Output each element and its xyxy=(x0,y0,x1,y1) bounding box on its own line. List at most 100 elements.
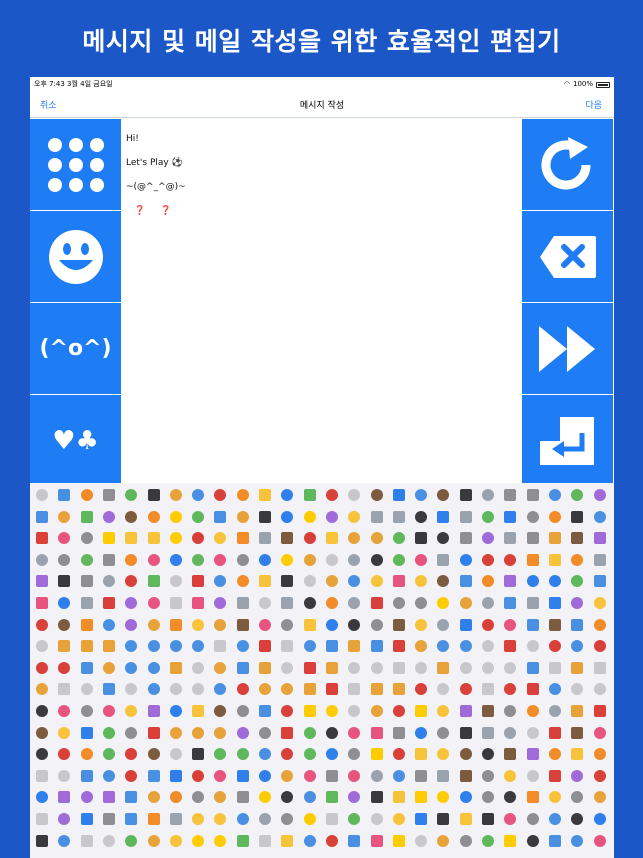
emoji-key[interactable] xyxy=(125,510,138,523)
emoji-key[interactable] xyxy=(214,597,227,609)
emoji-key[interactable] xyxy=(459,791,472,804)
emoji-key[interactable] xyxy=(325,661,338,674)
emoji-key[interactable] xyxy=(36,510,48,523)
emoji-key[interactable] xyxy=(281,553,294,566)
emoji-key[interactable] xyxy=(303,640,316,653)
emoji-key[interactable] xyxy=(437,640,450,653)
emoji-key[interactable] xyxy=(415,510,428,523)
emoji-key[interactable] xyxy=(437,769,450,782)
emoji-key[interactable] xyxy=(548,532,561,545)
emoji-key[interactable] xyxy=(80,489,93,501)
emoji-key[interactable] xyxy=(370,834,383,847)
emoji-key[interactable] xyxy=(482,769,494,782)
emoji-key[interactable] xyxy=(571,769,584,782)
emoji-key[interactable] xyxy=(102,769,115,782)
fast-forward-button[interactable] xyxy=(522,303,613,394)
emoji-key[interactable] xyxy=(192,683,205,696)
emoji-key[interactable] xyxy=(259,640,271,653)
emoji-key[interactable] xyxy=(36,791,48,804)
emoji-key[interactable] xyxy=(147,683,160,696)
emoji-key[interactable] xyxy=(482,510,494,523)
emoji-key[interactable] xyxy=(459,618,472,631)
emoji-key[interactable] xyxy=(415,489,428,501)
emoji-key[interactable] xyxy=(58,769,71,782)
emoji-key[interactable] xyxy=(281,532,294,545)
emoji-key[interactable] xyxy=(214,769,227,782)
emoji-key[interactable] xyxy=(80,726,93,739)
emoji-key[interactable] xyxy=(482,618,494,631)
emoji-key[interactable] xyxy=(281,813,294,825)
emoji-key[interactable] xyxy=(192,813,205,825)
emoji-key[interactable] xyxy=(281,705,294,717)
emoji-key[interactable] xyxy=(392,618,405,631)
emoji-key[interactable] xyxy=(526,640,539,653)
emoji-key[interactable] xyxy=(325,769,338,782)
emoji-key[interactable] xyxy=(214,748,227,761)
emoji-key[interactable] xyxy=(571,489,584,501)
emoji-key[interactable] xyxy=(281,769,294,782)
emoji-key[interactable] xyxy=(236,683,249,696)
emoji-key[interactable] xyxy=(392,791,405,804)
emoji-key[interactable] xyxy=(459,553,472,566)
emoji-key[interactable] xyxy=(437,661,450,674)
emoji-key[interactable] xyxy=(259,705,271,717)
emoji-key[interactable] xyxy=(147,813,160,825)
emoji-key[interactable] xyxy=(36,769,48,782)
emoji-key[interactable] xyxy=(548,597,561,609)
emoji-key[interactable] xyxy=(482,640,494,653)
emoji-key[interactable] xyxy=(415,618,428,631)
emoji-key[interactable] xyxy=(36,618,48,631)
emoji-key[interactable] xyxy=(571,510,584,523)
emoji-key[interactable] xyxy=(593,597,606,609)
emoji-key[interactable] xyxy=(392,597,405,609)
emoji-key[interactable] xyxy=(102,597,115,609)
emoji-key[interactable] xyxy=(482,532,494,545)
emoji-key[interactable] xyxy=(548,791,561,804)
emoji-key[interactable] xyxy=(214,705,227,717)
emoji-key[interactable] xyxy=(125,705,138,717)
emoji-key[interactable] xyxy=(482,726,494,739)
emoji-key[interactable] xyxy=(593,553,606,566)
delete-button[interactable] xyxy=(522,211,613,302)
emoji-key[interactable] xyxy=(437,575,450,588)
emoji-key[interactable] xyxy=(303,618,316,631)
emoji-key[interactable] xyxy=(348,834,361,847)
emoji-key[interactable] xyxy=(259,597,271,609)
emoji-key[interactable] xyxy=(548,661,561,674)
emoji-key[interactable] xyxy=(526,532,539,545)
emoji-key[interactable] xyxy=(370,791,383,804)
emoji-key[interactable] xyxy=(504,640,517,653)
emoji-key[interactable] xyxy=(303,791,316,804)
emoji-key[interactable] xyxy=(36,748,48,761)
emoji-key[interactable] xyxy=(147,489,160,501)
emoji-key[interactable] xyxy=(571,683,584,696)
emoji-key[interactable] xyxy=(58,791,71,804)
emoji-key[interactable] xyxy=(169,510,182,523)
emoji-key[interactable] xyxy=(348,791,361,804)
emoji-key[interactable] xyxy=(214,813,227,825)
emoji-key[interactable] xyxy=(593,575,606,588)
emoji-key[interactable] xyxy=(80,532,93,545)
emoji-key[interactable] xyxy=(593,640,606,653)
emoji-key[interactable] xyxy=(325,510,338,523)
emoji-key[interactable] xyxy=(36,489,48,501)
emoji-key[interactable] xyxy=(482,661,494,674)
emoji-key[interactable] xyxy=(303,683,316,696)
emoji-key[interactable] xyxy=(147,748,160,761)
emoji-key[interactable] xyxy=(281,791,294,804)
emoji-key[interactable] xyxy=(125,791,138,804)
emoji-key[interactable] xyxy=(571,661,584,674)
emoji-key[interactable] xyxy=(348,532,361,545)
emoji-key[interactable] xyxy=(571,597,584,609)
emoji-key[interactable] xyxy=(36,661,48,674)
emoji-key[interactable] xyxy=(504,748,517,761)
emoji-key[interactable] xyxy=(325,640,338,653)
emoji-key[interactable] xyxy=(482,705,494,717)
emoji-key[interactable] xyxy=(169,683,182,696)
emoji-key[interactable] xyxy=(415,575,428,588)
emoji-key[interactable] xyxy=(571,532,584,545)
emoji-key[interactable] xyxy=(281,726,294,739)
emoji-key[interactable] xyxy=(325,553,338,566)
emoji-key[interactable] xyxy=(125,553,138,566)
emoji-key[interactable] xyxy=(147,726,160,739)
